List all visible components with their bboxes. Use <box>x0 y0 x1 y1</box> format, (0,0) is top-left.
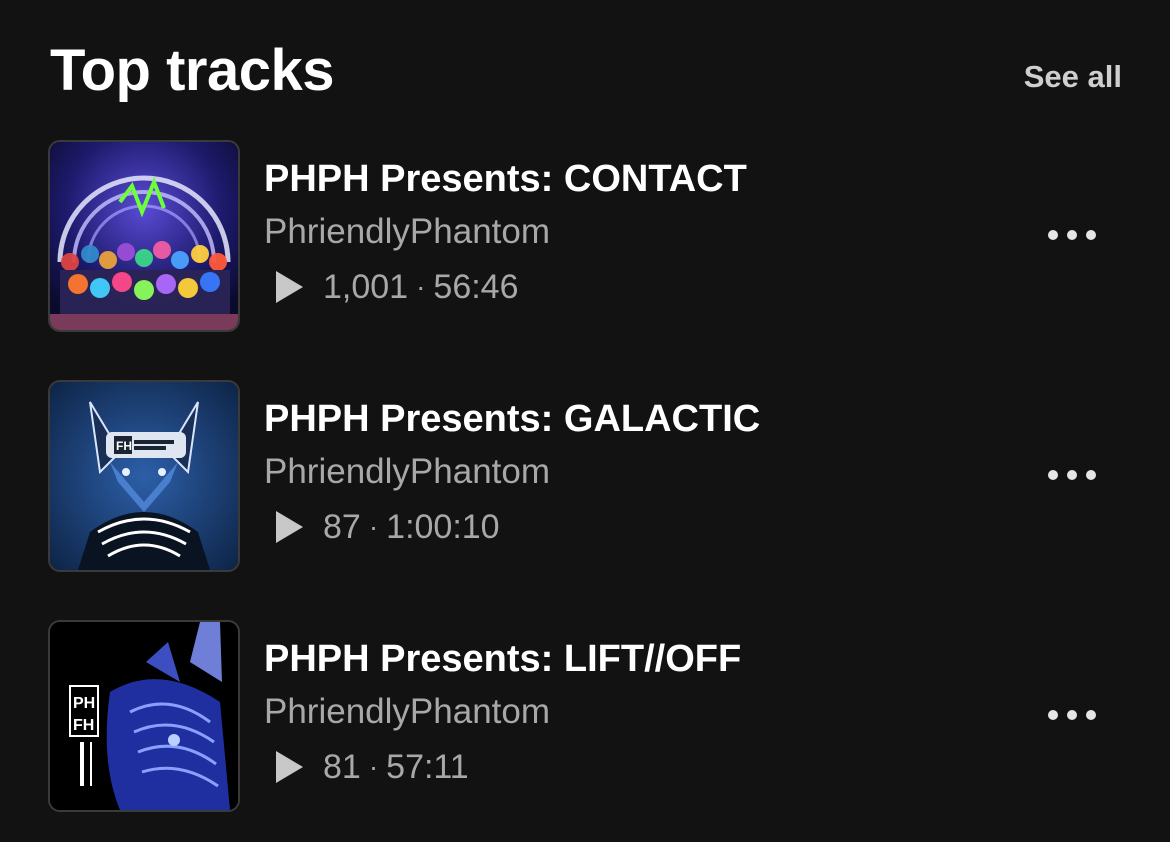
play-icon <box>276 751 303 783</box>
track-meta: 81 · 57:11 <box>264 745 741 789</box>
top-tracks-header: Top tracks See all <box>50 38 1122 108</box>
more-options-icon[interactable] <box>1048 458 1096 492</box>
meta-separator: · <box>368 751 379 782</box>
meta-separator: · <box>416 271 426 302</box>
section-title: Top tracks <box>50 38 335 103</box>
play-count: 1,001 <box>323 267 409 306</box>
play-count: 81 <box>323 747 361 786</box>
track-artist[interactable]: PhriendlyPhantom <box>264 450 760 494</box>
crowd-stage-artwork <box>50 142 238 330</box>
artwork-logo-bottom: FH <box>73 717 94 734</box>
artwork-logo: FH <box>116 439 132 453</box>
play-icon <box>276 271 303 303</box>
play-count: 87 <box>323 507 361 546</box>
fox-logo-artwork: PH FH <box>50 622 238 810</box>
track-meta: 87 · 1:00:10 <box>264 505 760 549</box>
artwork-logo-top: PH <box>73 695 95 712</box>
blue-fox-cap-artwork: FH <box>50 382 238 570</box>
track-duration: 1:00:10 <box>386 507 500 546</box>
track-row[interactable]: FH PHPH Presents: GALACTIC PhriendlyPhan… <box>48 380 1120 572</box>
see-all-link[interactable]: See all <box>1024 58 1122 96</box>
track-artwork[interactable] <box>48 140 240 332</box>
track-title[interactable]: PHPH Presents: GALACTIC <box>264 396 760 442</box>
play-icon <box>276 511 303 543</box>
track-meta: 1,001 · 56:46 <box>264 265 747 309</box>
track-artwork[interactable]: FH <box>48 380 240 572</box>
track-title[interactable]: PHPH Presents: LIFT//OFF <box>264 636 741 682</box>
track-duration: 56:46 <box>433 267 519 306</box>
meta-separator: · <box>368 511 379 542</box>
track-duration: 57:11 <box>386 747 469 786</box>
more-options-icon[interactable] <box>1048 698 1096 732</box>
track-artist[interactable]: PhriendlyPhantom <box>264 690 741 734</box>
track-title[interactable]: PHPH Presents: CONTACT <box>264 156 747 202</box>
track-row[interactable]: PH FH PHPH Presents: LIFT//OFF Phriendly… <box>48 620 1120 812</box>
track-artwork[interactable]: PH FH <box>48 620 240 812</box>
track-row[interactable]: PHPH Presents: CONTACT PhriendlyPhantom … <box>48 140 1120 332</box>
more-options-icon[interactable] <box>1048 218 1096 252</box>
track-artist[interactable]: PhriendlyPhantom <box>264 210 747 254</box>
